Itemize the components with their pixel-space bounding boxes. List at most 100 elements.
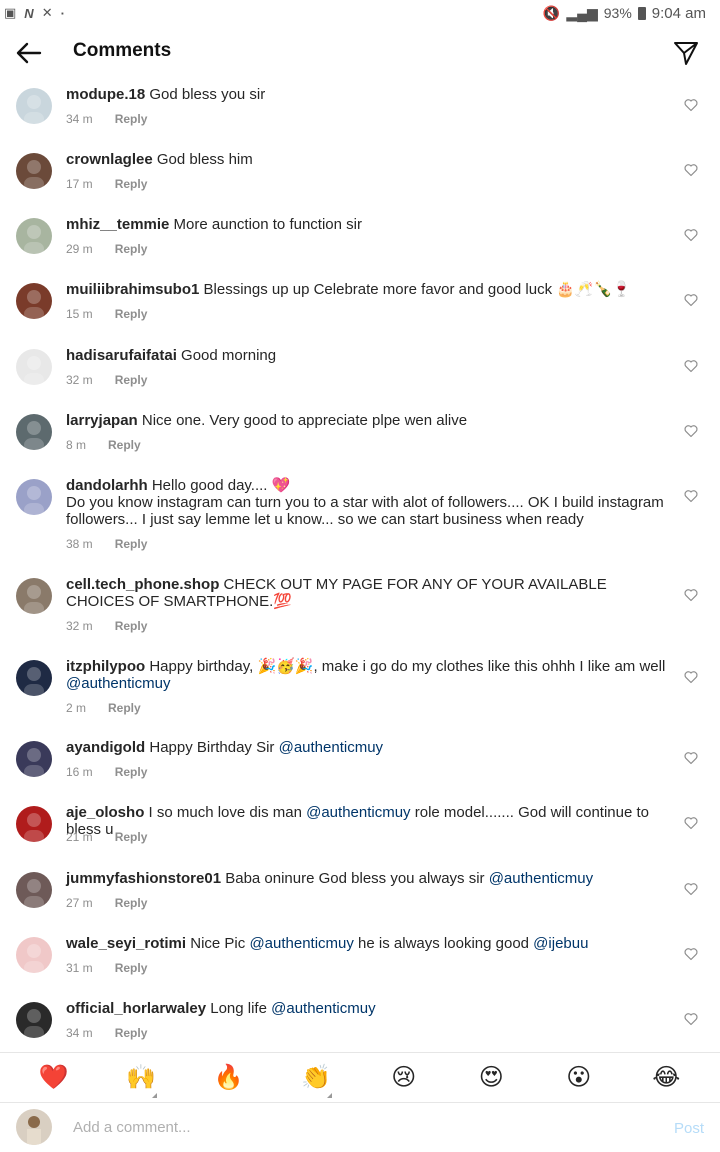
reply-button[interactable]: Reply: [115, 1026, 148, 1040]
comment-username[interactable]: modupe.18: [66, 86, 145, 103]
avatar[interactable]: [16, 349, 52, 385]
avatar[interactable]: [16, 578, 52, 614]
reply-button[interactable]: Reply: [108, 701, 141, 715]
like-heart-icon[interactable]: [684, 424, 698, 438]
avatar[interactable]: [16, 414, 52, 450]
reaction-emoji[interactable]: 😂: [646, 1063, 686, 1092]
comment-timestamp: 15 m: [66, 307, 93, 321]
reaction-emoji[interactable]: 🔥: [209, 1063, 249, 1092]
mention-link[interactable]: @authenticmuy: [271, 1000, 375, 1017]
comment-timestamp: 8 m: [66, 438, 87, 452]
like-heart-icon[interactable]: [684, 588, 698, 602]
comment-username[interactable]: ayandigold: [66, 739, 145, 756]
reply-button[interactable]: Reply: [115, 307, 148, 321]
like-heart-icon[interactable]: [684, 816, 698, 830]
reaction-emoji[interactable]: 😮: [559, 1063, 599, 1092]
post-button[interactable]: Post: [674, 1120, 704, 1137]
comment-username[interactable]: mhiz__temmie: [66, 216, 169, 233]
avatar[interactable]: [16, 88, 52, 124]
add-comment-input[interactable]: [73, 1119, 633, 1136]
avatar[interactable]: [16, 283, 52, 319]
reaction-emoji[interactable]: 🙌: [121, 1063, 161, 1098]
comment-username[interactable]: itzphilypoo: [66, 658, 145, 675]
comment-username[interactable]: wale_seyi_rotimi: [66, 935, 186, 952]
mention-link[interactable]: @authenticmuy: [249, 935, 353, 952]
avatar[interactable]: [16, 872, 52, 908]
comment-text: ayandigold Happy Birthday Sir @authentic…: [66, 739, 676, 756]
reply-button[interactable]: Reply: [115, 896, 148, 910]
mention-link[interactable]: @authenticmuy: [489, 870, 593, 887]
mention-link[interactable]: @authenticmuy: [66, 675, 170, 692]
comment-text: itzphilypoo Happy birthday, 🎉🥳🎉, make i …: [66, 658, 676, 692]
reaction-emoji[interactable]: ❤️: [34, 1063, 74, 1092]
my-avatar: [16, 1109, 52, 1145]
comment-username[interactable]: crownlaglee: [66, 151, 153, 168]
comment-body: God bless him: [156, 151, 253, 168]
like-heart-icon[interactable]: [684, 1012, 698, 1026]
reply-button[interactable]: Reply: [115, 537, 148, 551]
like-heart-icon[interactable]: [684, 489, 698, 503]
reply-button[interactable]: Reply: [115, 619, 148, 633]
comment-text: hadisarufaifatai Good morning: [66, 347, 676, 364]
like-heart-icon[interactable]: [684, 882, 698, 896]
like-heart-icon[interactable]: [684, 670, 698, 684]
comment-body: he is always looking good: [353, 935, 534, 952]
reply-button[interactable]: Reply: [115, 961, 148, 975]
reply-button[interactable]: Reply: [115, 373, 148, 387]
n-icon: N: [24, 5, 34, 21]
direct-message-icon[interactable]: [672, 39, 700, 67]
add-comment-bar: Post: [0, 1102, 720, 1152]
comment-username[interactable]: official_horlarwaley: [66, 1000, 206, 1017]
comment-text: crownlaglee God bless him: [66, 151, 676, 168]
comment-username[interactable]: jummyfashionstore01: [66, 870, 221, 887]
reply-button[interactable]: Reply: [115, 765, 148, 779]
mention-link[interactable]: @ijebuu: [533, 935, 588, 952]
like-heart-icon[interactable]: [684, 98, 698, 112]
comment-username[interactable]: larryjapan: [66, 412, 138, 429]
reply-button[interactable]: Reply: [115, 830, 148, 844]
comment-timestamp: 27 m: [66, 896, 93, 910]
back-arrow-icon[interactable]: [14, 38, 44, 68]
reaction-emoji[interactable]: 😢: [384, 1063, 424, 1092]
avatar[interactable]: [16, 806, 52, 842]
reply-button[interactable]: Reply: [115, 177, 148, 191]
like-heart-icon[interactable]: [684, 751, 698, 765]
like-heart-icon[interactable]: [684, 228, 698, 242]
avatar[interactable]: [16, 937, 52, 973]
like-heart-icon[interactable]: [684, 947, 698, 961]
comment-meta: 16 m Reply: [66, 765, 147, 779]
comment-username[interactable]: aje_olosho: [66, 804, 144, 821]
avatar[interactable]: [16, 660, 52, 696]
avatar[interactable]: [16, 218, 52, 254]
reply-button[interactable]: Reply: [115, 112, 148, 126]
comment-meta: 38 m Reply: [66, 537, 147, 551]
like-heart-icon[interactable]: [684, 293, 698, 307]
avatar[interactable]: [16, 1002, 52, 1038]
battery-percent: 93%: [603, 5, 632, 21]
avatar[interactable]: [16, 153, 52, 189]
comment-username[interactable]: dandolarhh: [66, 477, 148, 494]
avatar[interactable]: [16, 479, 52, 515]
comment-meta: 34 m Reply: [66, 112, 147, 126]
reaction-emoji[interactable]: 😍: [471, 1063, 511, 1092]
reaction-emoji[interactable]: 👏: [296, 1063, 336, 1098]
mention-link[interactable]: @authenticmuy: [306, 804, 410, 821]
reply-button[interactable]: Reply: [115, 242, 148, 256]
comment-meta: 32 m Reply: [66, 373, 147, 387]
comment-username[interactable]: hadisarufaifatai: [66, 347, 177, 364]
comment-timestamp: 21 m: [66, 830, 93, 844]
like-heart-icon[interactable]: [684, 163, 698, 177]
battery-icon: [637, 6, 646, 20]
comment-text: mhiz__temmie More aunction to function s…: [66, 216, 676, 233]
comment-text: wale_seyi_rotimi Nice Pic @authenticmuy …: [66, 935, 676, 952]
reply-button[interactable]: Reply: [108, 438, 141, 452]
comment-text: larryjapan Nice one. Very good to apprec…: [66, 412, 676, 429]
notification-icons: ▣ N ✕ ·: [4, 5, 65, 21]
avatar[interactable]: [16, 741, 52, 777]
comment-username[interactable]: cell.tech_phone.shop: [66, 576, 219, 593]
comment-username[interactable]: muiliibrahimsubo1: [66, 281, 199, 298]
mention-link[interactable]: @authenticmuy: [279, 739, 383, 756]
clock: 9:04 am: [651, 4, 706, 22]
like-heart-icon[interactable]: [684, 359, 698, 373]
comment-timestamp: 17 m: [66, 177, 93, 191]
